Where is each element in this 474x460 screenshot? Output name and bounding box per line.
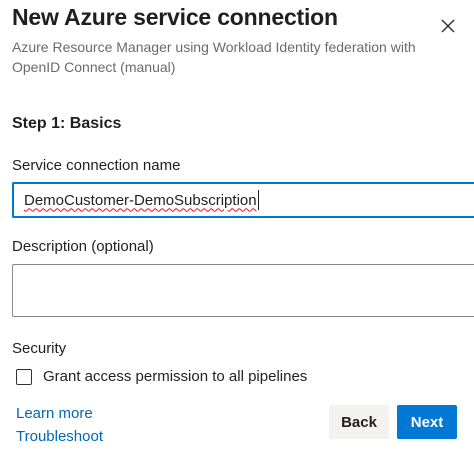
learn-more-link[interactable]: Learn more (16, 405, 93, 422)
service-connection-dialog: New Azure service connection Azure Resou… (0, 0, 474, 460)
description-label: Description (optional) (12, 238, 154, 255)
description-textarea[interactable] (12, 264, 474, 317)
close-icon (441, 19, 455, 33)
security-section-label: Security (12, 340, 67, 357)
grant-access-checkbox[interactable]: Grant access permission to all pipelines (16, 368, 307, 385)
service-connection-name-input[interactable]: DemoCustomer-DemoSubscription (12, 182, 474, 218)
text-caret (257, 190, 259, 210)
close-button[interactable] (434, 12, 462, 40)
grant-access-label[interactable]: Grant access permission to all pipelines (43, 368, 307, 385)
checkbox-box[interactable] (16, 368, 32, 385)
dialog-subtitle: Azure Resource Manager using Workload Id… (12, 39, 416, 75)
service-connection-name-label: Service connection name (12, 157, 181, 174)
troubleshoot-link[interactable]: Troubleshoot (16, 428, 103, 445)
dialog-title: New Azure service connection (12, 4, 338, 30)
back-button[interactable]: Back (329, 405, 389, 439)
step-heading: Step 1: Basics (12, 115, 122, 132)
next-button[interactable]: Next (397, 405, 457, 439)
service-connection-name-value: DemoCustomer-DemoSubscription (24, 191, 257, 209)
